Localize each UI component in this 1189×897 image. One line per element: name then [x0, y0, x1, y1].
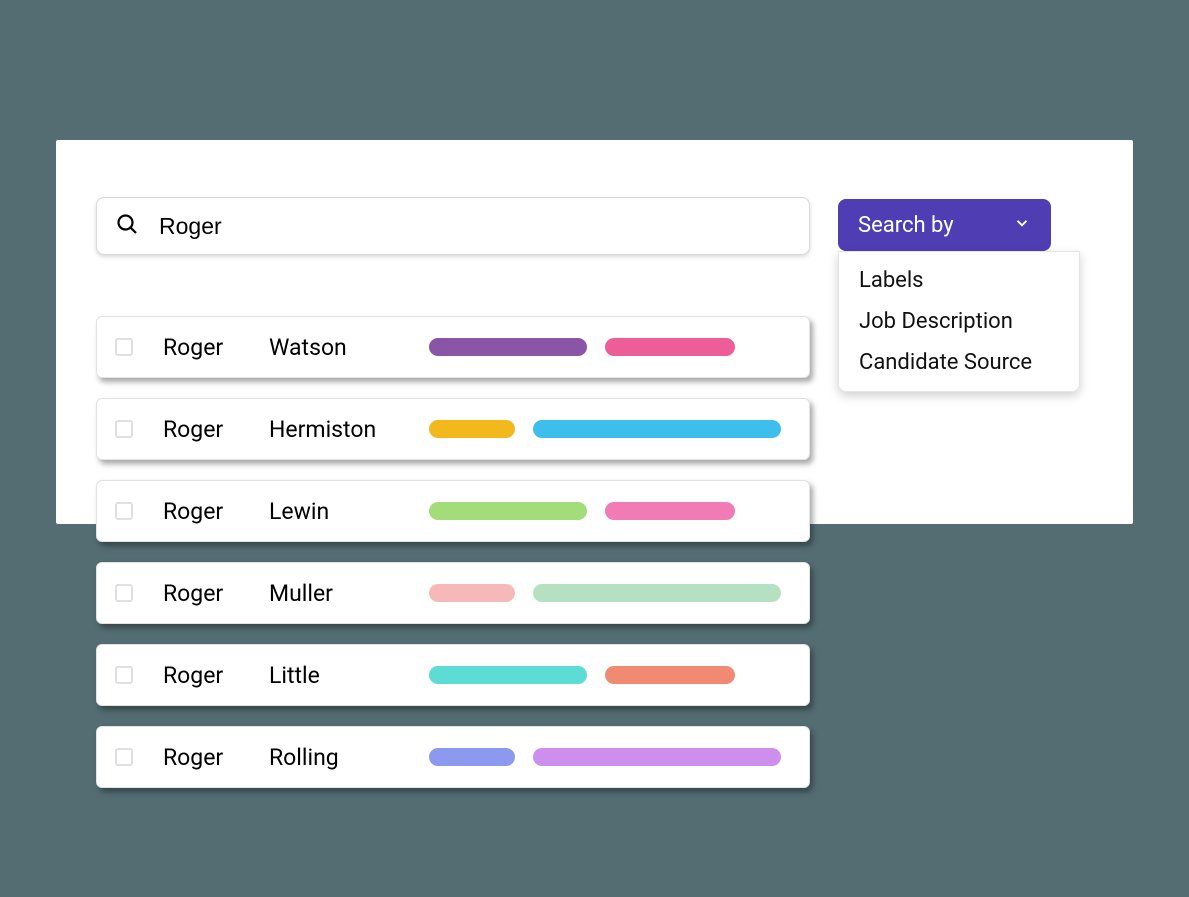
last-name: Little: [269, 662, 429, 689]
search-input[interactable]: [159, 213, 791, 240]
dropdown-option-labels[interactable]: Labels: [839, 260, 1079, 301]
result-row[interactable]: RogerHermiston: [96, 398, 810, 460]
row-tags: [429, 748, 781, 766]
row-checkbox[interactable]: [115, 420, 133, 438]
search-bar[interactable]: [96, 197, 810, 255]
last-name: Lewin: [269, 498, 429, 525]
row-tags: [429, 420, 781, 438]
row-tags: [429, 584, 781, 602]
tag-pill: [533, 420, 781, 438]
search-by-dropdown[interactable]: Search by: [838, 199, 1051, 251]
dropdown-option-job-description[interactable]: Job Description: [839, 301, 1079, 342]
tag-pill: [429, 666, 587, 684]
results-list: RogerWatsonRogerHermistonRogerLewinRoger…: [96, 316, 810, 808]
result-row[interactable]: RogerLittle: [96, 644, 810, 706]
dropdown-option-candidate-source[interactable]: Candidate Source: [839, 342, 1079, 383]
tag-pill: [533, 584, 781, 602]
tag-pill: [605, 666, 735, 684]
row-tags: [429, 666, 735, 684]
tag-pill: [429, 420, 515, 438]
last-name: Hermiston: [269, 416, 429, 443]
first-name: Roger: [163, 744, 269, 771]
row-checkbox[interactable]: [115, 666, 133, 684]
result-row[interactable]: RogerWatson: [96, 316, 810, 378]
last-name: Watson: [269, 334, 429, 361]
last-name: Muller: [269, 580, 429, 607]
first-name: Roger: [163, 416, 269, 443]
first-name: Roger: [163, 662, 269, 689]
last-name: Rolling: [269, 744, 429, 771]
result-row[interactable]: RogerRolling: [96, 726, 810, 788]
result-row[interactable]: RogerLewin: [96, 480, 810, 542]
tag-pill: [605, 502, 735, 520]
tag-pill: [429, 748, 515, 766]
chevron-down-icon: [1013, 213, 1031, 238]
result-row[interactable]: RogerMuller: [96, 562, 810, 624]
first-name: Roger: [163, 498, 269, 525]
row-checkbox[interactable]: [115, 584, 133, 602]
row-tags: [429, 338, 735, 356]
tag-pill: [605, 338, 735, 356]
tag-pill: [429, 584, 515, 602]
row-checkbox[interactable]: [115, 502, 133, 520]
dropdown-label: Search by: [858, 213, 954, 238]
first-name: Roger: [163, 580, 269, 607]
tag-pill: [533, 748, 781, 766]
search-icon: [115, 212, 139, 240]
tag-pill: [429, 338, 587, 356]
first-name: Roger: [163, 334, 269, 361]
row-tags: [429, 502, 735, 520]
row-checkbox[interactable]: [115, 748, 133, 766]
tag-pill: [429, 502, 587, 520]
row-checkbox[interactable]: [115, 338, 133, 356]
search-by-menu: Labels Job Description Candidate Source: [838, 251, 1080, 392]
